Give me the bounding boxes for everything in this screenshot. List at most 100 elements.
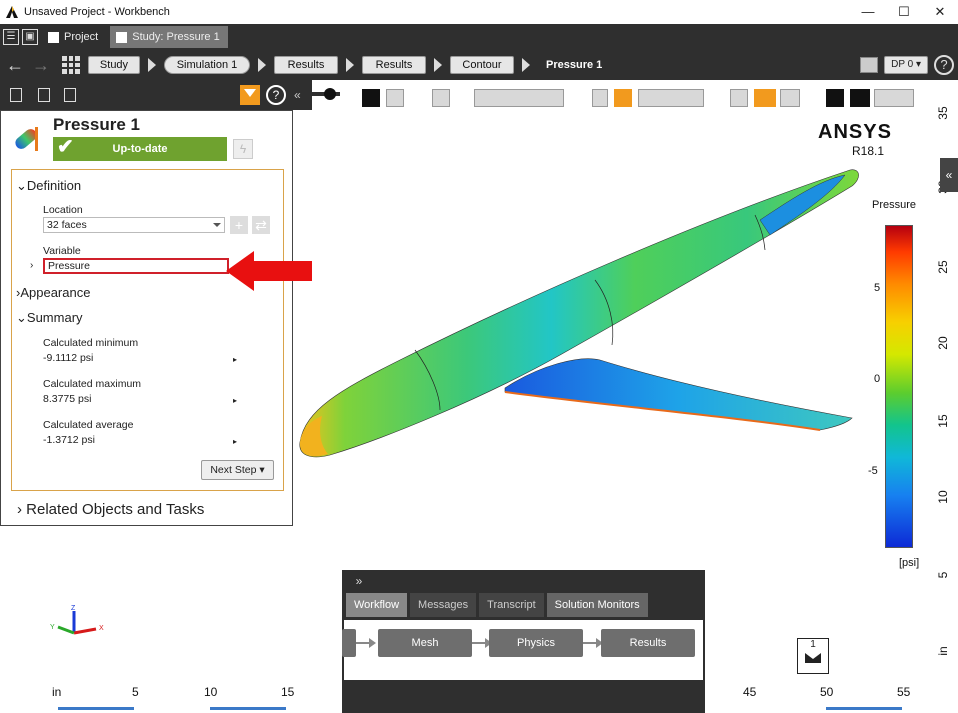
side-panel-toggle[interactable]: « xyxy=(940,158,958,192)
variable-expand-icon[interactable]: › xyxy=(30,260,33,271)
min-value: -9.1112 psi xyxy=(43,352,94,364)
envelope-icon xyxy=(805,653,821,663)
tab-solution-monitors[interactable]: Solution Monitors xyxy=(546,593,648,617)
swap-location-button[interactable]: ⇄ xyxy=(252,216,270,234)
project-icon xyxy=(48,31,59,43)
ansys-logo-icon xyxy=(6,6,18,18)
ruler-segment xyxy=(210,707,286,710)
axis-triad-icon: Z X Y xyxy=(50,605,104,635)
workflow-node-prev[interactable] xyxy=(342,629,356,657)
timeline-handle[interactable] xyxy=(324,88,336,100)
avg-label: Calculated average xyxy=(43,419,134,431)
export-icon[interactable] xyxy=(730,89,748,107)
max-value: 8.3775 psi xyxy=(43,393,92,405)
copy-icon[interactable] xyxy=(38,88,50,102)
close-button[interactable]: ✕ xyxy=(922,0,958,24)
legend-colorbar[interactable] xyxy=(885,225,913,548)
ansys-logo-text: ANSYS xyxy=(818,121,892,143)
filter-icon[interactable] xyxy=(240,85,260,105)
forward-arrow-icon[interactable]: → xyxy=(32,55,52,76)
play-icon[interactable] xyxy=(362,89,380,107)
tab-transcript[interactable]: Transcript xyxy=(479,593,544,617)
tab-study[interactable]: Study: Pressure 1 xyxy=(110,26,228,48)
avg-value: -1.3712 psi xyxy=(43,434,95,446)
notification-count: 1 xyxy=(810,639,816,650)
update-icon[interactable] xyxy=(432,89,450,107)
view-active-icon[interactable] xyxy=(614,89,632,107)
ruler-right: 35 30 25 20 15 10 5 in xyxy=(929,106,958,690)
stop-icon[interactable] xyxy=(386,89,404,107)
location-field[interactable]: 32 faces xyxy=(43,217,225,233)
workflow-node-mesh[interactable]: Mesh xyxy=(378,629,472,657)
related-objects-header[interactable]: › Related Objects and Tasks xyxy=(17,501,204,518)
view-icon[interactable] xyxy=(592,89,608,107)
collapse-panel-icon[interactable]: « xyxy=(294,88,301,102)
workflow-node-physics[interactable]: Physics xyxy=(489,629,583,657)
update-bolt-icon[interactable]: ϟ xyxy=(233,139,253,159)
save-icon[interactable]: ▣ xyxy=(22,29,38,45)
max-expand-icon[interactable]: ▸ xyxy=(233,396,237,405)
crumb-separator-icon xyxy=(522,58,530,72)
tab-workflow[interactable]: Workflow xyxy=(346,593,408,617)
ruler-label: 15 xyxy=(936,414,950,428)
location-label: Location xyxy=(43,204,83,216)
add-icon[interactable] xyxy=(10,88,22,102)
select-tools-icon[interactable] xyxy=(474,89,564,107)
variable-field[interactable]: Pressure xyxy=(43,258,229,274)
back-arrow-icon[interactable]: ← xyxy=(6,55,26,76)
window-title: Unsaved Project - Workbench xyxy=(24,6,170,18)
min-expand-icon[interactable]: ▸ xyxy=(233,355,237,364)
object-title: Pressure 1 xyxy=(53,115,140,134)
probe-icon[interactable] xyxy=(874,89,914,107)
fit-view-icon[interactable] xyxy=(780,89,800,107)
crumb-simulation[interactable]: Simulation 1 xyxy=(164,56,250,74)
crumb-results-2[interactable]: Results xyxy=(362,56,426,74)
minimize-button[interactable]: — xyxy=(850,0,886,24)
properties-panel: Pressure 1 ✔ Up-to-date ϟ ⌄Definition Lo… xyxy=(0,110,293,526)
summary-header[interactable]: ⌄Summary xyxy=(16,310,83,326)
menu-icon[interactable]: ☰ xyxy=(3,29,19,45)
maximize-button[interactable]: ☐ xyxy=(886,0,922,24)
delete-icon[interactable] xyxy=(64,88,76,102)
related-objects-label: Related Objects and Tasks xyxy=(26,501,205,518)
panel-help-icon[interactable]: ? xyxy=(266,85,286,105)
variable-value: Pressure xyxy=(48,260,91,272)
lighting-icon[interactable] xyxy=(826,89,844,107)
ruler-label: 5 xyxy=(132,685,139,699)
tab-project-label: Project xyxy=(64,31,99,43)
title-bar: Unsaved Project - Workbench — ☐ ✕ xyxy=(0,0,958,24)
legend-tick: 0 xyxy=(874,373,881,385)
crumb-study[interactable]: Study xyxy=(88,56,140,74)
panel-toolbar: ? « xyxy=(0,80,312,110)
next-step-button[interactable]: Next Step ▾ xyxy=(201,460,274,480)
add-location-button[interactable]: + xyxy=(230,216,248,234)
ruler-label: 25 xyxy=(936,260,950,274)
collapse-workflow-icon[interactable]: » xyxy=(342,570,376,592)
tab-messages[interactable]: Messages xyxy=(410,593,477,617)
help-icon[interactable]: ? xyxy=(934,55,954,75)
ruler-label: 35 xyxy=(936,106,950,120)
appearance-header[interactable]: ›Appearance xyxy=(16,285,90,300)
appearance-label: Appearance xyxy=(20,285,91,300)
chart-icon[interactable] xyxy=(860,57,879,73)
study-icon xyxy=(116,31,128,43)
triad-y-label: Y xyxy=(50,624,55,631)
definition-header[interactable]: ⌄Definition xyxy=(16,178,81,194)
crumb-contour[interactable]: Contour xyxy=(450,56,514,74)
crumb-separator-icon xyxy=(346,58,354,72)
avg-expand-icon[interactable]: ▸ xyxy=(233,437,237,446)
variable-label: Variable xyxy=(43,245,81,257)
workflow-node-results[interactable]: Results xyxy=(601,629,695,657)
design-point-dropdown[interactable]: DP 0 ▾ xyxy=(884,56,928,74)
ruler-label: in xyxy=(936,646,950,656)
display-modes-icon[interactable] xyxy=(638,89,704,107)
tab-project[interactable]: Project xyxy=(42,26,106,48)
workflow-tabs: Workflow Messages Transcript Solution Mo… xyxy=(346,593,651,617)
ruler-toggle-icon[interactable] xyxy=(754,89,776,107)
apps-grid-icon[interactable] xyxy=(62,56,80,74)
section-plane-icon[interactable] xyxy=(850,89,870,107)
chevron-down-icon[interactable] xyxy=(211,219,223,231)
notifications-mailbox[interactable]: 1 xyxy=(797,638,829,674)
crumb-results-1[interactable]: Results xyxy=(274,56,338,74)
crumb-current: Pressure 1 xyxy=(546,59,603,71)
